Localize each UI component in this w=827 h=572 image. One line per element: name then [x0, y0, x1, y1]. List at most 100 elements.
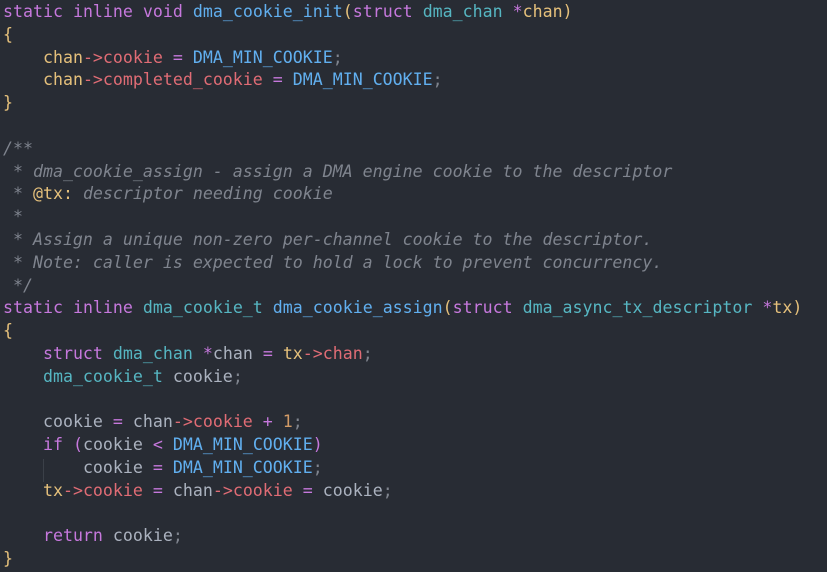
code-token: }: [3, 549, 13, 569]
code-token: {: [3, 24, 13, 44]
code-line[interactable]: return cookie;: [3, 525, 183, 548]
code-token: struct: [42, 344, 103, 363]
code-token: ;: [332, 47, 343, 67]
code-token: =: [142, 458, 173, 477]
code-token: dma_cookie_t: [42, 366, 163, 386]
code-token: tx: [772, 298, 793, 318]
code-token: ->: [302, 344, 323, 363]
code-token: chan: [322, 344, 363, 363]
code-token: chan: [212, 344, 253, 363]
code-token: DMA_MIN_COOKIE: [292, 70, 433, 90]
code-token: DMA_MIN_COOKIE: [172, 435, 313, 455]
code-token: ->: [82, 47, 103, 67]
code-token: }: [3, 93, 13, 113]
code-token: =: [142, 480, 173, 500]
code-token: inline: [72, 298, 133, 318]
code-token: dma_chan: [422, 2, 503, 21]
code-line[interactable]: cookie = DMA_MIN_COOKIE;: [3, 457, 323, 480]
code-token: =: [252, 344, 283, 363]
code-line[interactable]: chan->completed_cookie = DMA_MIN_COOKIE;: [3, 69, 443, 92]
code-token: chan: [172, 480, 213, 500]
code-token: struct: [452, 298, 513, 318]
code-token: *: [762, 298, 773, 318]
code-line[interactable]: dma_cookie_t cookie;: [3, 366, 243, 389]
code-line[interactable]: }: [3, 548, 13, 571]
code-token: ;: [292, 412, 303, 432]
code-editor[interactable]: static inline void dma_cookie_init(struc…: [0, 0, 827, 572]
code-line[interactable]: */: [3, 275, 33, 298]
code-token: cookie: [172, 366, 233, 386]
code-line[interactable]: * @tx: descriptor needing cookie: [3, 183, 333, 206]
code-line[interactable]: static inline void dma_cookie_init(struc…: [3, 1, 573, 24]
code-token: cookie: [112, 526, 173, 546]
code-token: completed_cookie: [102, 70, 263, 90]
code-line[interactable]: }: [3, 92, 13, 115]
code-line[interactable]: {: [3, 24, 13, 47]
code-token: ): [312, 435, 323, 455]
code-token: ;: [172, 526, 183, 546]
code-token: (: [342, 2, 353, 21]
code-token: ;: [382, 480, 393, 500]
code-token: (: [72, 435, 83, 455]
code-token: dma_cookie_assign: [272, 298, 443, 318]
code-line[interactable]: * Assign a unique non-zero per-channel c…: [3, 229, 652, 252]
code-token: cookie: [102, 47, 163, 67]
code-line[interactable]: {: [3, 320, 13, 343]
code-line[interactable]: tx->cookie = chan->cookie = cookie;: [3, 480, 393, 503]
code-token: chan: [522, 2, 563, 21]
code-token: ): [792, 298, 803, 318]
code-token: * Note: caller is expected to hold a loc…: [3, 252, 663, 272]
code-token: void: [142, 2, 183, 21]
code-line[interactable]: chan->cookie = DMA_MIN_COOKIE;: [3, 47, 343, 70]
code-token: =: [292, 480, 323, 500]
code-line[interactable]: * Note: caller is expected to hold a loc…: [3, 252, 662, 275]
code-token: DMA_MIN_COOKIE: [172, 458, 313, 477]
code-line[interactable]: cookie = chan->cookie + 1;: [3, 411, 303, 434]
code-token: ): [562, 2, 573, 21]
code-token: chan: [42, 70, 83, 90]
code-token: if: [42, 435, 63, 455]
code-token: ;: [362, 344, 373, 363]
code-token: static: [3, 2, 63, 21]
code-token: ->: [172, 412, 193, 432]
code-token: @tx:: [32, 184, 73, 204]
code-token: ;: [312, 458, 323, 477]
code-token: =: [102, 412, 133, 432]
code-token: dma_cookie_init: [192, 2, 343, 21]
code-line[interactable]: struct dma_chan *chan = tx->chan;: [3, 343, 373, 366]
code-token: * Assign a unique non-zero per-channel c…: [3, 230, 653, 249]
code-token: cookie: [232, 480, 293, 500]
code-token: =: [162, 47, 193, 67]
code-token: (: [442, 298, 453, 318]
code-line[interactable]: static inline dma_cookie_t dma_cookie_as…: [3, 297, 802, 320]
code-token: struct: [352, 2, 413, 21]
code-line[interactable]: *: [3, 206, 23, 229]
code-token: * dma_cookie_assign - assign a DMA engin…: [3, 161, 673, 181]
code-token: dma_chan: [112, 344, 193, 363]
code-token: ->: [62, 480, 83, 500]
code-token: chan: [42, 47, 83, 67]
code-token: chan: [132, 412, 173, 432]
code-line[interactable]: * dma_cookie_assign - assign a DMA engin…: [3, 161, 672, 184]
code-line[interactable]: if (cookie < DMA_MIN_COOKIE): [3, 434, 323, 457]
code-line[interactable]: /**: [3, 138, 33, 161]
